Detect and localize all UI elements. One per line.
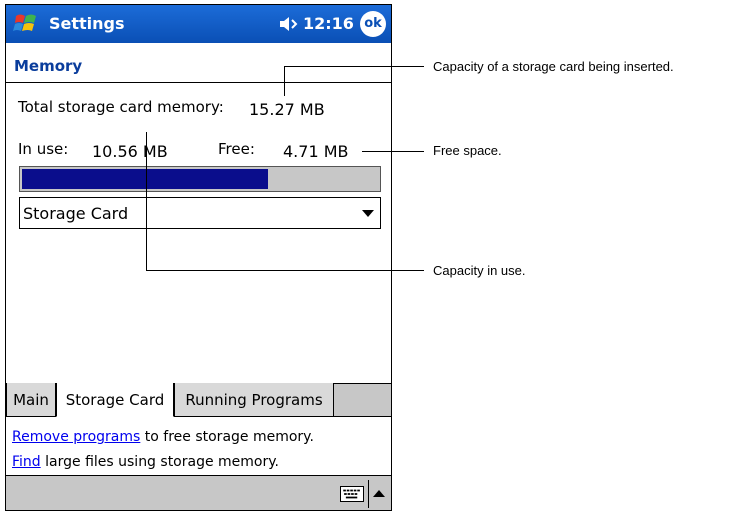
callout-free-space: Free space. (433, 143, 502, 158)
device-screen: Settings 12:16 ok Memory Total storage c… (5, 4, 392, 511)
tab-storage-card[interactable]: Storage Card (56, 383, 174, 417)
in-use-value: 10.56 MB (92, 142, 168, 161)
callout-line-in-use (146, 270, 424, 271)
total-memory-value: 15.27 MB (249, 100, 325, 119)
callout-line-total-vertical (284, 66, 285, 96)
tab-label: Main (13, 391, 49, 409)
tab-label: Storage Card (65, 391, 165, 409)
total-memory-label: Total storage card memory: (18, 98, 224, 116)
tab-main[interactable]: Main (6, 383, 56, 417)
windows-start-icon[interactable] (12, 10, 40, 38)
help-links: Remove programs to free storage memory. … (6, 417, 391, 473)
remove-programs-text: to free storage memory. (140, 429, 314, 445)
callout-line-total (284, 66, 424, 67)
remove-programs-line: Remove programs to free storage memory. (12, 429, 314, 445)
chevron-down-icon[interactable] (362, 210, 374, 217)
speaker-icon[interactable] (278, 14, 300, 34)
tab-running-programs[interactable]: Running Programs (174, 383, 334, 417)
title-bar: Settings 12:16 ok (6, 5, 391, 43)
remove-programs-link[interactable]: Remove programs (12, 429, 140, 445)
free-value: 4.71 MB (283, 142, 349, 161)
page-header: Memory (6, 43, 391, 83)
divider (368, 480, 369, 508)
callout-line-in-use-vertical (146, 132, 147, 271)
callout-capacity-in-use: Capacity in use. (433, 263, 526, 278)
memory-usage-bar (19, 166, 381, 192)
in-use-label: In use: (18, 140, 69, 158)
keyboard-icon[interactable] (340, 486, 364, 502)
storage-select[interactable]: Storage Card (19, 197, 381, 229)
clock[interactable]: 12:16 (303, 14, 354, 33)
menu-bar (6, 475, 391, 510)
free-label: Free: (218, 140, 255, 158)
tab-strip: Main Storage Card Running Programs (6, 383, 391, 417)
chevron-up-icon[interactable] (373, 490, 385, 497)
tab-label: Running Programs (185, 391, 323, 409)
app-title: Settings (49, 14, 125, 33)
find-text: large files using storage memory. (40, 454, 279, 470)
ok-button[interactable]: ok (360, 11, 386, 37)
callout-capacity-inserted: Capacity of a storage card being inserte… (433, 59, 674, 74)
page-title: Memory (14, 57, 83, 75)
storage-select-value: Storage Card (23, 204, 129, 223)
callout-line-free (362, 151, 424, 152)
find-files-line: Find large files using storage memory. (12, 454, 279, 470)
memory-usage-fill (22, 169, 268, 189)
find-link[interactable]: Find (12, 454, 41, 470)
